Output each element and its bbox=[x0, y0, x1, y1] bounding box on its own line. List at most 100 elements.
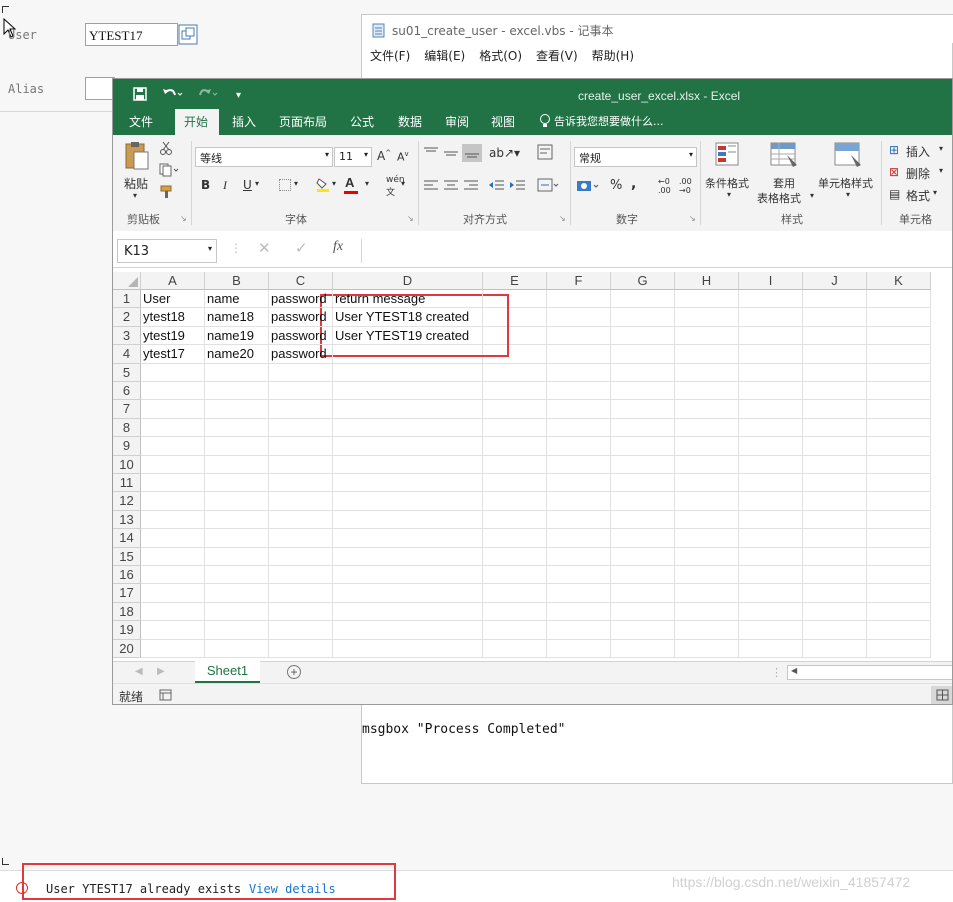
grid-cell[interactable] bbox=[739, 455, 803, 474]
grid-cell[interactable]: ytest19 bbox=[141, 326, 205, 346]
grid-cell[interactable] bbox=[867, 584, 931, 603]
chevron-down-icon[interactable]: ▾ bbox=[846, 190, 850, 199]
grid-cell[interactable]: name bbox=[205, 290, 269, 309]
grid-cell[interactable] bbox=[867, 639, 931, 658]
grid-cell[interactable] bbox=[141, 584, 205, 603]
grid-cell[interactable] bbox=[205, 400, 269, 419]
grid-cell[interactable] bbox=[867, 345, 931, 364]
clipboard-launcher-icon[interactable]: ↘ bbox=[180, 214, 187, 223]
grid-cell[interactable] bbox=[547, 602, 611, 622]
grid-cell[interactable] bbox=[675, 455, 739, 474]
grid-cell[interactable]: name19 bbox=[205, 326, 269, 346]
grid-cell[interactable] bbox=[611, 547, 675, 566]
grid-cell[interactable] bbox=[803, 455, 867, 474]
grid-cell[interactable] bbox=[675, 400, 739, 419]
grid-cell[interactable] bbox=[611, 621, 675, 640]
middle-align-icon[interactable] bbox=[444, 147, 458, 162]
grid-cell[interactable] bbox=[867, 566, 931, 585]
horizontal-scrollbar[interactable]: ◀ bbox=[787, 665, 952, 680]
grid-cell[interactable] bbox=[205, 510, 269, 530]
row-header[interactable]: 18 bbox=[113, 602, 141, 622]
grid-cell[interactable] bbox=[803, 510, 867, 530]
grid-cell[interactable] bbox=[867, 437, 931, 456]
grid-cell[interactable] bbox=[333, 639, 483, 658]
format-cells-icon[interactable]: ▤ bbox=[889, 187, 900, 201]
grid-cell[interactable] bbox=[611, 382, 675, 401]
grid-cell[interactable] bbox=[867, 308, 931, 327]
grid-cell[interactable] bbox=[611, 492, 675, 511]
column-header[interactable]: F bbox=[547, 272, 611, 290]
paste-label[interactable]: 粘贴 bbox=[124, 175, 148, 192]
grid-cell[interactable] bbox=[675, 382, 739, 401]
row-header[interactable]: 17 bbox=[113, 584, 141, 603]
paste-dropdown-icon[interactable]: ▾ bbox=[133, 191, 137, 200]
grid-cell[interactable] bbox=[205, 621, 269, 640]
grid-cell[interactable] bbox=[675, 363, 739, 382]
grid-cell[interactable] bbox=[611, 326, 675, 346]
grid-cell[interactable] bbox=[803, 492, 867, 511]
spreadsheet-grid[interactable]: A B C D E F G H I J K 1 User name password return messa… bbox=[113, 267, 952, 661]
row-header[interactable]: 15 bbox=[113, 547, 141, 566]
grid-cell[interactable] bbox=[269, 510, 333, 530]
cell-style-label[interactable]: 单元格样式 bbox=[818, 175, 873, 191]
grid-cell[interactable] bbox=[547, 584, 611, 603]
grid-cell[interactable] bbox=[739, 400, 803, 419]
number-launcher-icon[interactable]: ↘ bbox=[689, 214, 696, 223]
grid-cell[interactable] bbox=[547, 621, 611, 640]
grid-cell[interactable] bbox=[547, 418, 611, 438]
tab-home[interactable]: 开始 bbox=[175, 109, 219, 135]
grid-cell[interactable] bbox=[867, 455, 931, 474]
grid-cell[interactable] bbox=[483, 529, 547, 548]
increase-decimal-icon[interactable]: ←0.00 bbox=[658, 177, 671, 195]
row-header[interactable]: 10 bbox=[113, 455, 141, 474]
chevron-down-icon[interactable]: ▾ bbox=[810, 191, 814, 200]
grid-cell[interactable] bbox=[867, 400, 931, 419]
grid-cell[interactable] bbox=[141, 492, 205, 511]
cut-icon[interactable] bbox=[159, 141, 173, 158]
chevron-down-icon[interactable]: ▾ bbox=[933, 188, 937, 197]
percent-icon[interactable]: % bbox=[610, 178, 622, 193]
grid-cell[interactable] bbox=[333, 400, 483, 419]
grid-cell[interactable] bbox=[483, 382, 547, 401]
grid-cell[interactable] bbox=[803, 418, 867, 438]
grid-cell[interactable] bbox=[547, 547, 611, 566]
font-size-combo[interactable]: 11 ▾ bbox=[334, 147, 372, 167]
chevron-down-icon[interactable]: ▾ bbox=[401, 179, 405, 188]
decrease-indent-icon[interactable] bbox=[488, 179, 504, 194]
grid-cell[interactable] bbox=[483, 455, 547, 474]
notepad-menu-edit[interactable]: 编辑(E) bbox=[424, 49, 465, 63]
grid-cell[interactable] bbox=[803, 363, 867, 382]
value-help-icon[interactable] bbox=[178, 24, 198, 45]
grid-cell[interactable] bbox=[205, 382, 269, 401]
format-painter-icon[interactable] bbox=[160, 185, 174, 202]
grid-cell[interactable] bbox=[205, 566, 269, 585]
grid-cell[interactable] bbox=[333, 529, 483, 548]
grid-cell[interactable] bbox=[675, 290, 739, 309]
notepad-menu-format[interactable]: 格式(O) bbox=[479, 49, 522, 63]
grid-cell[interactable] bbox=[611, 566, 675, 585]
grid-cell[interactable] bbox=[803, 326, 867, 346]
grid-cell[interactable] bbox=[675, 474, 739, 493]
grid-cell[interactable] bbox=[803, 584, 867, 603]
grid-cell[interactable] bbox=[269, 474, 333, 493]
grid-cell[interactable] bbox=[483, 602, 547, 622]
chevron-down-icon[interactable]: ▾ bbox=[939, 144, 943, 153]
grid-cell[interactable]: password bbox=[269, 308, 333, 327]
tab-view[interactable]: 视图 bbox=[491, 113, 515, 130]
grid-cell[interactable]: User YTEST18 created bbox=[333, 308, 483, 327]
grid-cell[interactable] bbox=[739, 621, 803, 640]
grid-cell[interactable] bbox=[333, 584, 483, 603]
grid-cell[interactable]: User bbox=[141, 290, 205, 309]
row-header[interactable]: 16 bbox=[113, 566, 141, 585]
grid-cell[interactable] bbox=[803, 566, 867, 585]
add-sheet-icon[interactable]: + bbox=[287, 665, 301, 679]
grid-cell[interactable] bbox=[547, 474, 611, 493]
grid-cell[interactable] bbox=[141, 547, 205, 566]
grid-cell[interactable] bbox=[739, 602, 803, 622]
grid-cell[interactable] bbox=[141, 437, 205, 456]
grid-cell[interactable] bbox=[867, 621, 931, 640]
grid-cell[interactable] bbox=[739, 566, 803, 585]
grid-cell[interactable] bbox=[739, 510, 803, 530]
grid-cell[interactable] bbox=[611, 437, 675, 456]
grid-cell[interactable]: password bbox=[269, 290, 333, 309]
